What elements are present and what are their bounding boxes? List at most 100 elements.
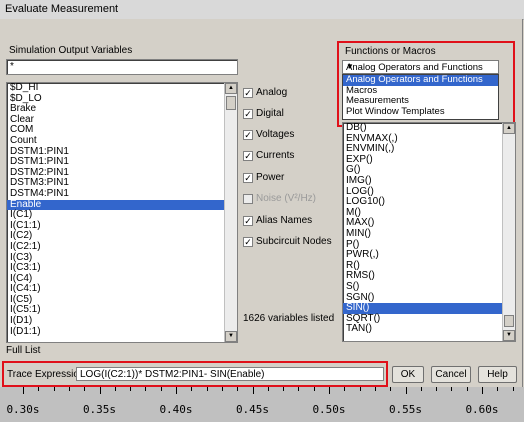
list-item[interactable]: IMG(): [343, 175, 515, 187]
axis-tick: [390, 387, 392, 391]
list-item[interactable]: $D_HI: [7, 83, 237, 94]
list-item[interactable]: I(C2): [7, 231, 237, 242]
list-item[interactable]: I(C5:1): [7, 305, 237, 316]
axis-tick-label: 0.45s: [235, 403, 270, 416]
filter-checkbox[interactable]: ✓: [243, 173, 253, 183]
list-item[interactable]: I(D1): [7, 315, 237, 327]
list-item[interactable]: Count: [7, 135, 237, 147]
axis-tick: [53, 387, 55, 391]
filter-label: Voltages: [256, 129, 295, 140]
axis-tick: [145, 387, 147, 391]
axis-tick-label: 0.40s: [159, 403, 193, 416]
filter-label: Power: [256, 172, 285, 183]
axis-tick: [252, 387, 254, 394]
axis-tick: [359, 387, 361, 391]
axis-tick-label: 0.55s: [388, 403, 423, 416]
list-item[interactable]: LOG10(): [343, 197, 515, 208]
dropdown-option[interactable]: Analog Operators and Functions: [343, 74, 498, 86]
filter-checkbox[interactable]: ✓: [243, 130, 253, 140]
axis-tick: [344, 387, 346, 391]
list-item[interactable]: I(C3:1): [7, 262, 237, 274]
filter-checkbox: [243, 194, 253, 204]
filter-checkbox[interactable]: ✓: [243, 151, 253, 161]
filter-checkbox[interactable]: ✓: [243, 88, 253, 98]
list-item[interactable]: DSTM4:PIN1: [7, 188, 237, 200]
list-item[interactable]: I(C5): [7, 294, 237, 306]
axis-tick: [451, 387, 453, 391]
window-title: Evaluate Measurement: [5, 3, 119, 15]
filter-checkbox[interactable]: ✓: [243, 109, 253, 119]
dropdown-option[interactable]: Measurements: [343, 95, 498, 107]
functions-dropdown[interactable]: Analog Operators and Functions ▼: [342, 60, 499, 74]
axis-tick: [221, 387, 223, 391]
functions-scrollbar[interactable]: ▲ ▼: [502, 123, 515, 341]
scroll-up-arrow-icon[interactable]: ▲: [225, 83, 237, 94]
variables-count-status: 1626 variables listed: [243, 313, 335, 324]
axis-tick: [84, 387, 86, 391]
functions-or-macros-label: Functions or Macros: [345, 46, 436, 57]
filter-label: Noise (V²/Hz): [256, 193, 317, 204]
axis-tick-label: 0.35s: [82, 403, 117, 416]
list-item[interactable]: I(C4): [7, 273, 237, 285]
variables-list[interactable]: $D_HI $D_LO Brake Clear COM Count DSTM1:PIN1 DS…: [6, 82, 238, 343]
scroll-down-arrow-icon[interactable]: ▼: [225, 331, 237, 342]
list-item[interactable]: I(C1): [7, 210, 237, 221]
simulation-output-variables-label: Simulation Output Variables: [9, 45, 133, 56]
list-item[interactable]: Brake: [7, 104, 237, 115]
list-item[interactable]: DB(): [343, 123, 515, 134]
scroll-down-arrow-icon[interactable]: ▼: [503, 330, 515, 341]
axis-tick: [99, 387, 101, 394]
axis-tick: [176, 387, 177, 394]
trace-expression-input[interactable]: LOG(I(C2:1))* DSTM2:PIN1- SIN(Enable): [76, 367, 384, 381]
axis-tick: [497, 387, 499, 391]
axis-tick: [512, 387, 514, 391]
axis-tick: [206, 387, 208, 391]
functions-rows: DB() ENVMAX(,) ENVMIN(,) EXP() G() IMG() LOG()…: [343, 123, 515, 335]
filter-label: Alias Names: [256, 215, 313, 226]
filter-label: Subcircuit Nodes: [256, 236, 332, 247]
dropdown-arrow-icon[interactable]: ▼: [346, 62, 495, 71]
variable-filter-input[interactable]: *: [6, 59, 238, 75]
filter-checkbox[interactable]: ✓: [243, 216, 253, 226]
cancel-button[interactable]: Cancel: [431, 366, 471, 383]
axis-tick-label: 0.60s: [465, 403, 499, 416]
axis-tick: [405, 387, 407, 394]
filter-checkbox[interactable]: ✓: [243, 237, 253, 247]
help-button[interactable]: Help: [478, 366, 517, 383]
variables-rows: $D_HI $D_LO Brake Clear COM Count DSTM1:PIN1 DS…: [7, 83, 237, 337]
axis-tick: [68, 387, 70, 391]
list-item[interactable]: COM: [7, 125, 237, 136]
list-item[interactable]: I(C4:1): [7, 284, 237, 295]
variables-scrollbar[interactable]: ▲ ▼: [224, 83, 237, 342]
full-list-label: Full List: [6, 345, 41, 356]
functions-list[interactable]: DB() ENVMAX(,) ENVMIN(,) EXP() G() IMG() LOG()…: [342, 122, 516, 342]
list-item[interactable]: I(C3): [7, 252, 237, 264]
axis-tick: [298, 387, 300, 391]
list-item[interactable]: EXP(): [343, 154, 515, 166]
axis-tick: [482, 387, 483, 394]
scroll-thumb[interactable]: [504, 315, 514, 327]
axis-tick: [313, 387, 315, 391]
list-item[interactable]: Clear: [7, 114, 237, 126]
list-item[interactable]: MIN(): [343, 228, 515, 240]
list-item[interactable]: Enable: [7, 199, 237, 211]
list-item[interactable]: I(C1:1): [7, 220, 237, 232]
ok-button[interactable]: OK: [392, 366, 424, 383]
scroll-up-arrow-icon[interactable]: ▲: [503, 123, 515, 134]
list-item[interactable]: $D_LO: [7, 93, 237, 105]
list-item[interactable]: TAN(): [343, 324, 515, 335]
axis-tick: [191, 387, 193, 391]
list-item[interactable]: I(D1:1): [7, 326, 237, 338]
axis-tick: [114, 387, 116, 391]
scroll-thumb[interactable]: [226, 96, 236, 110]
dropdown-option[interactable]: Plot Window Templates: [343, 106, 498, 118]
list-item[interactable]: I(C2:1): [7, 241, 237, 253]
axis-tick-label: 0.30s: [6, 403, 40, 416]
list-item[interactable]: S(): [343, 281, 515, 293]
list-item[interactable]: PWR(,): [343, 250, 515, 261]
axis-tick: [23, 387, 24, 394]
list-item[interactable]: RMS(): [343, 271, 515, 282]
axis-tick-label: 0.50s: [312, 403, 346, 416]
time-axis: 0.30s 0.35s 0.40s 0.45s 0.50s 0.55s 0.60s: [0, 387, 524, 422]
functions-dropdown-options[interactable]: Analog Operators and Functions Macros Meas…: [342, 74, 499, 120]
